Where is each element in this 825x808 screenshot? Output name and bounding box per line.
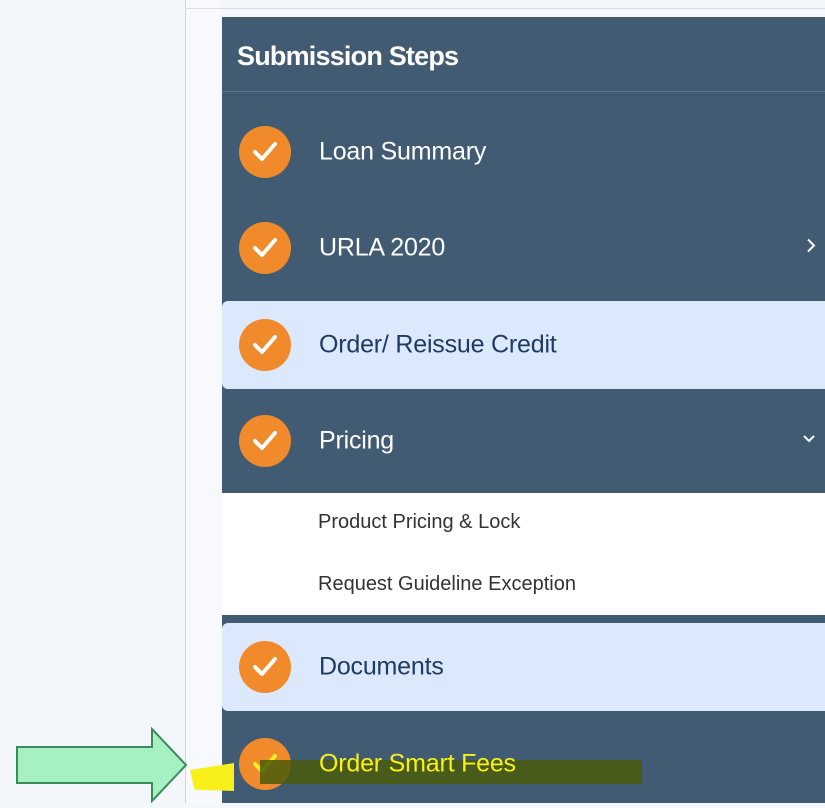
chevron-right-icon[interactable] xyxy=(805,237,817,260)
step-label: Pricing xyxy=(319,426,395,455)
frame-top-border xyxy=(185,8,825,9)
step-label: Order Smart Fees xyxy=(319,749,516,778)
check-icon xyxy=(239,415,291,467)
substep-request-guideline-exception[interactable]: Request Guideline Exception xyxy=(318,573,576,596)
panel-title: Submission Steps xyxy=(237,41,459,71)
check-icon xyxy=(239,641,291,693)
step-pricing[interactable]: Pricing xyxy=(222,397,825,485)
pricing-substeps: Product Pricing & Lock Request Guideline… xyxy=(222,493,825,615)
frame-gutter xyxy=(186,0,222,803)
step-documents[interactable]: Documents xyxy=(222,623,825,711)
check-icon xyxy=(239,319,291,371)
step-label: Order/ Reissue Credit xyxy=(319,330,557,359)
panel-header: Submission Steps xyxy=(222,17,825,92)
annotation-arrow-icon xyxy=(0,726,190,808)
step-order-smart-fees[interactable]: Order Smart Fees xyxy=(222,720,825,808)
step-label: Documents xyxy=(319,652,444,681)
check-icon xyxy=(239,126,291,178)
chevron-down-icon[interactable] xyxy=(801,432,817,450)
step-urla-2020[interactable]: URLA 2020 xyxy=(222,204,825,292)
submission-steps-panel: Submission Steps Loan Summary URLA 2020 … xyxy=(222,17,825,803)
step-order-reissue-credit[interactable]: Order/ Reissue Credit xyxy=(222,301,825,389)
substep-product-pricing-lock[interactable]: Product Pricing & Lock xyxy=(318,511,520,534)
step-label: URLA 2020 xyxy=(319,233,446,262)
step-label: Loan Summary xyxy=(319,137,487,166)
step-loan-summary[interactable]: Loan Summary xyxy=(222,108,825,196)
check-icon xyxy=(239,222,291,274)
